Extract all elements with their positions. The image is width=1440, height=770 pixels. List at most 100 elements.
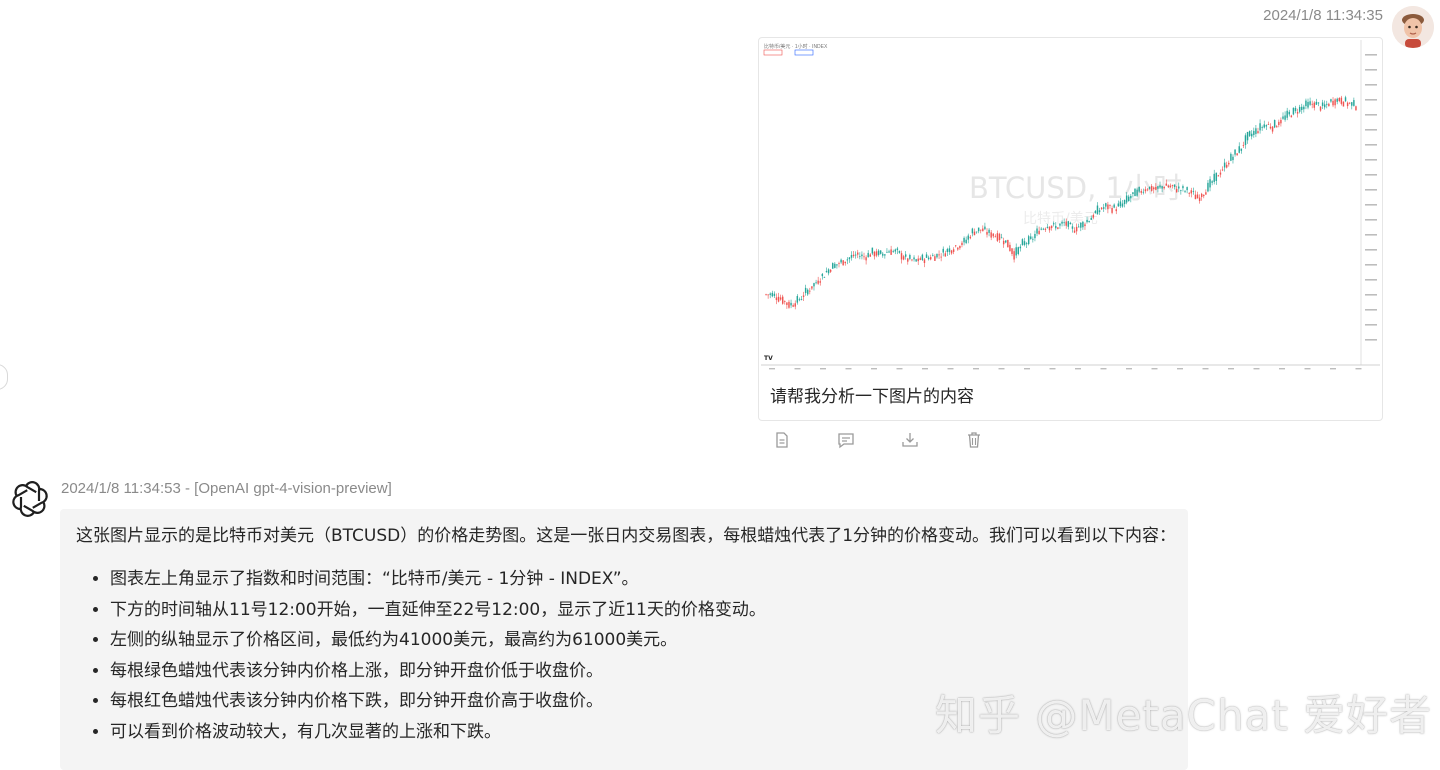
user-message-timestamp: 2024/1/8 11:34:35 (1263, 7, 1383, 24)
candle-body (1178, 186, 1180, 189)
candle-body (992, 233, 994, 237)
candle-body (1348, 102, 1351, 104)
time-tick (820, 368, 826, 370)
candle-body (900, 253, 903, 260)
candle-body (877, 250, 880, 255)
candle-body (1200, 193, 1203, 197)
candle-body (1000, 237, 1003, 239)
time-tick (922, 368, 928, 370)
candle-body (1257, 131, 1259, 133)
candle-body (1096, 205, 1099, 215)
delete-icon[interactable] (964, 430, 984, 450)
price-tick (1365, 249, 1377, 251)
price-tick (1365, 309, 1377, 311)
time-tick (1355, 368, 1362, 370)
candle-body (1021, 239, 1024, 246)
candle-body (1232, 156, 1234, 161)
candle-body (1121, 203, 1124, 207)
candle-body (1157, 186, 1159, 189)
candle-body (892, 251, 894, 252)
candle-body (1030, 236, 1032, 239)
candle-body (915, 259, 917, 262)
candle-body (890, 249, 892, 255)
candle-body (1019, 246, 1022, 249)
candle-body (894, 249, 897, 252)
candle-body (923, 259, 926, 263)
download-icon[interactable] (900, 430, 920, 450)
candle-body (875, 251, 878, 256)
side-panel-handle[interactable] (0, 364, 8, 390)
candle-body (1163, 186, 1165, 189)
candle-body (850, 254, 853, 258)
candle-body (1273, 119, 1276, 128)
openai-logo-icon (11, 480, 49, 518)
price-tick (1365, 174, 1377, 176)
candle-body (1015, 247, 1017, 256)
candle-body (804, 287, 807, 293)
candle-body (1175, 188, 1178, 193)
candle-body (957, 247, 959, 250)
price-tick (1365, 219, 1377, 221)
price-tick (1365, 294, 1377, 296)
comment-icon[interactable] (836, 430, 856, 450)
time-tick (1253, 368, 1260, 370)
candle-body (1050, 225, 1053, 229)
candle-body (1353, 100, 1355, 106)
candle-body (927, 257, 930, 260)
candle-body (882, 253, 884, 256)
candle-body (994, 236, 997, 238)
uploaded-chart-image[interactable]: 比特币/美元 · 1小时 · INDEX BTCUSD, 1小时 比特币/美元 … (761, 40, 1380, 372)
price-tick (1365, 129, 1377, 131)
candle-body (965, 239, 967, 244)
candle-body (807, 289, 809, 295)
candle-body (1288, 111, 1290, 115)
candle-body (1219, 172, 1222, 175)
candle-body (1240, 148, 1243, 151)
candle-body (975, 231, 978, 233)
candle-body (1236, 153, 1238, 156)
candle-body (1259, 123, 1261, 131)
candle-body (948, 248, 951, 252)
candle-body (836, 264, 838, 266)
candle-body (1084, 224, 1086, 227)
candle-body (1190, 190, 1193, 194)
candle-body (811, 286, 813, 289)
candle-body (794, 303, 796, 307)
candle-body (1023, 241, 1026, 245)
candle-body (825, 271, 828, 273)
candle-body (1065, 221, 1067, 226)
candle-body (1246, 131, 1249, 141)
chart-header: 比特币/美元 · 1小时 · INDEX (764, 43, 828, 50)
candle-body (1132, 192, 1134, 194)
candle-body (1234, 149, 1236, 155)
candle-body (869, 254, 871, 257)
candle-body (1284, 115, 1286, 120)
candle-body (1069, 222, 1072, 225)
candle-body (996, 233, 999, 241)
candle-body (1207, 182, 1209, 192)
candle-body (1100, 207, 1103, 210)
candle-body (788, 301, 790, 308)
candle-body (1290, 115, 1293, 118)
candle-body (1044, 228, 1047, 230)
candle-body (888, 251, 890, 253)
candle-body (1215, 172, 1218, 181)
candle-body (944, 253, 947, 257)
candle-body (800, 299, 803, 300)
candle-body (1261, 126, 1263, 128)
candle-body (821, 273, 824, 277)
candle-body (1186, 187, 1188, 191)
list-item: 左侧的纵轴显示了价格区间，最低约为41000美元，最高约为61000美元。 (110, 625, 766, 656)
candle-body (1142, 191, 1145, 193)
candle-body (1351, 102, 1353, 106)
copy-icon[interactable] (772, 430, 792, 450)
candle-body (1276, 126, 1278, 128)
list-item: 每根绿色蜡烛代表该分钟内价格上涨，即分钟开盘价低于收盘价。 (110, 656, 766, 687)
candle-body (1334, 99, 1336, 106)
candle-body (1228, 162, 1230, 165)
candle-body (1148, 186, 1151, 189)
candle-body (1167, 185, 1170, 188)
price-tick (1365, 69, 1377, 71)
candle-body (1340, 97, 1343, 104)
candle-body (1144, 189, 1147, 192)
